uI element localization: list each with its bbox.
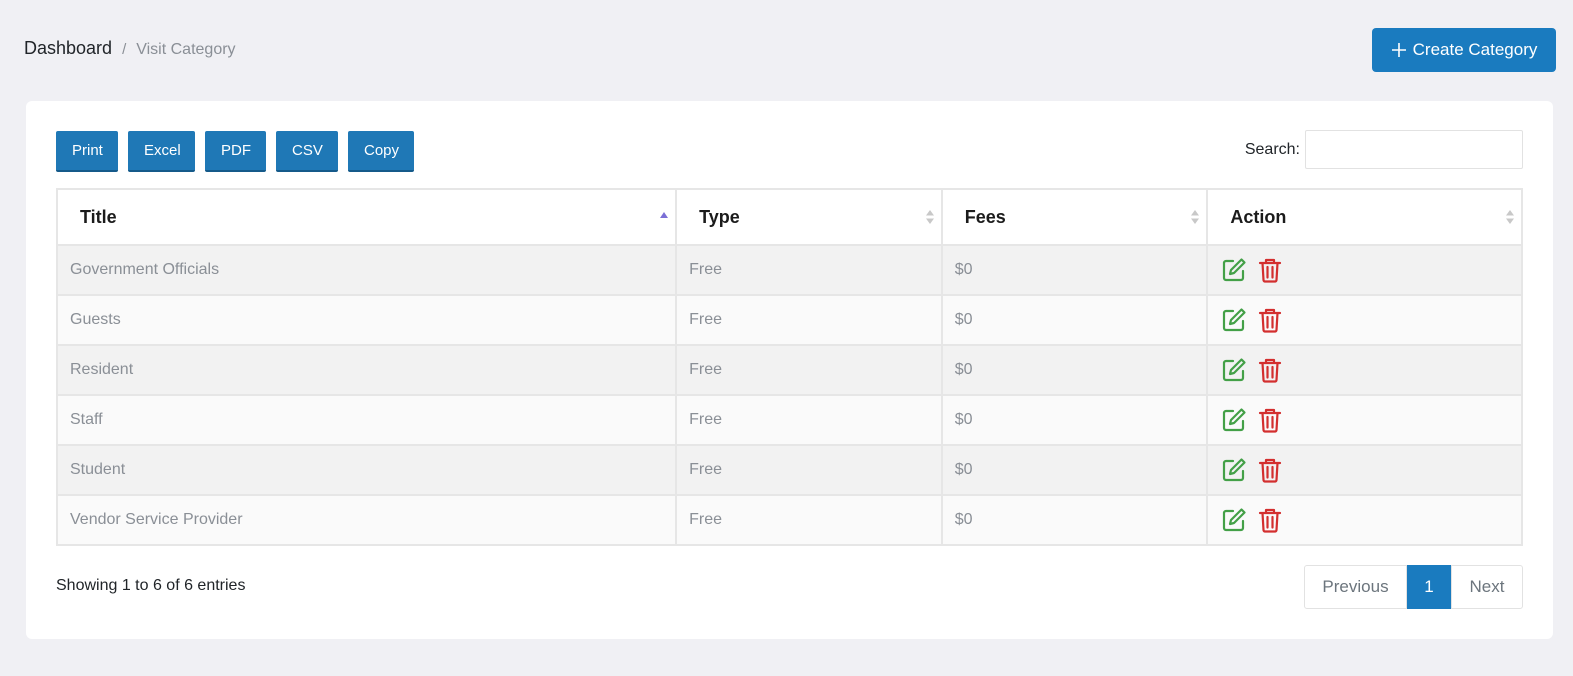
table-body: Government Officials Free $0 Guests Free $0 Re… [55,244,1523,546]
breadcrumb: Dashboard / Visit Category [24,38,236,59]
header-title[interactable]: Title [55,188,678,246]
sort-both-icon [1191,210,1200,224]
sort-both-icon [925,210,934,224]
category-card: Print Excel PDF CSV Copy Search: Title T… [26,101,1553,639]
create-category-label: Create Category [1412,40,1538,59]
pagination-previous-button[interactable]: Previous [1304,565,1407,609]
pagination: Previous 1 Next [1304,565,1523,609]
cell-type: Free [675,394,943,446]
search-input[interactable] [1305,130,1523,169]
copy-button[interactable]: Copy [348,131,414,172]
edit-icon[interactable] [1220,456,1248,484]
edit-icon[interactable] [1220,306,1248,334]
sort-ascending-icon [660,212,669,218]
table-row: Vendor Service Provider Free $0 [55,494,1523,546]
cell-type: Free [675,444,943,496]
pagination-next-button[interactable]: Next [1451,565,1523,609]
action-group [1220,356,1521,384]
cell-fees: $0 [940,244,1209,296]
header-fees-label: Fees [964,206,1006,227]
header-type-label: Type [699,206,740,227]
table-header-row: Title Type Fees Action [55,188,1523,246]
table-row: Guests Free $0 [55,294,1523,346]
search-box: Search: [1245,130,1523,169]
edit-icon[interactable] [1220,356,1248,384]
breadcrumb-separator: / [122,41,127,58]
table-row: Staff Free $0 [55,394,1523,446]
table-row: Student Free $0 [55,444,1523,496]
plus-icon [1391,43,1406,57]
action-group [1220,256,1521,284]
trash-icon[interactable] [1256,506,1284,534]
search-label: Search: [1244,140,1300,158]
cell-title: Government Officials [55,244,678,296]
trash-icon[interactable] [1256,256,1284,284]
trash-icon[interactable] [1256,306,1284,334]
cell-type: Free [675,294,943,346]
cell-title: Vendor Service Provider [55,494,678,546]
entries-info: Showing 1 to 6 of 6 entries [56,577,246,594]
header-type[interactable]: Type [675,188,943,246]
cell-action [1206,394,1523,446]
csv-button[interactable]: CSV [276,131,338,172]
category-table: Title Type Fees Action Government Offici… [55,188,1523,546]
cell-action [1206,344,1523,396]
header-action[interactable]: Action [1206,188,1523,246]
action-group [1220,506,1521,534]
action-group [1220,306,1521,334]
trash-icon[interactable] [1256,406,1284,434]
edit-icon[interactable] [1220,406,1248,434]
cell-title: Student [55,444,678,496]
cell-title: Guests [55,294,678,346]
cell-action [1206,294,1523,346]
cell-type: Free [675,494,943,546]
breadcrumb-dashboard-link[interactable]: Dashboard [24,38,112,59]
export-toolbar: Print Excel PDF CSV Copy [56,131,414,172]
edit-icon[interactable] [1220,256,1248,284]
edit-icon[interactable] [1220,506,1248,534]
cell-fees: $0 [940,444,1209,496]
cell-title: Resident [55,344,678,396]
cell-fees: $0 [940,294,1209,346]
excel-button[interactable]: Excel [128,131,195,172]
cell-fees: $0 [940,344,1209,396]
cell-title: Staff [55,394,678,446]
action-group [1220,456,1521,484]
breadcrumb-current: Visit Category [136,41,236,58]
sort-both-icon [1506,210,1514,224]
header-title-label: Title [80,206,117,227]
cell-action [1206,494,1523,546]
cell-fees: $0 [940,394,1209,446]
cell-action [1206,244,1523,296]
table-row: Resident Free $0 [55,344,1523,396]
pdf-button[interactable]: PDF [205,131,266,172]
cell-action [1206,444,1523,496]
header-fees[interactable]: Fees [940,188,1209,246]
cell-type: Free [675,244,943,296]
table-row: Government Officials Free $0 [55,244,1523,296]
pagination-page-1[interactable]: 1 [1407,565,1451,609]
trash-icon[interactable] [1256,356,1284,384]
header-action-label: Action [1230,206,1287,227]
print-button[interactable]: Print [56,131,118,172]
action-group [1220,406,1521,434]
cell-fees: $0 [940,494,1209,546]
trash-icon[interactable] [1256,456,1284,484]
create-category-button[interactable]: Create Category [1372,28,1556,72]
cell-type: Free [675,344,943,396]
